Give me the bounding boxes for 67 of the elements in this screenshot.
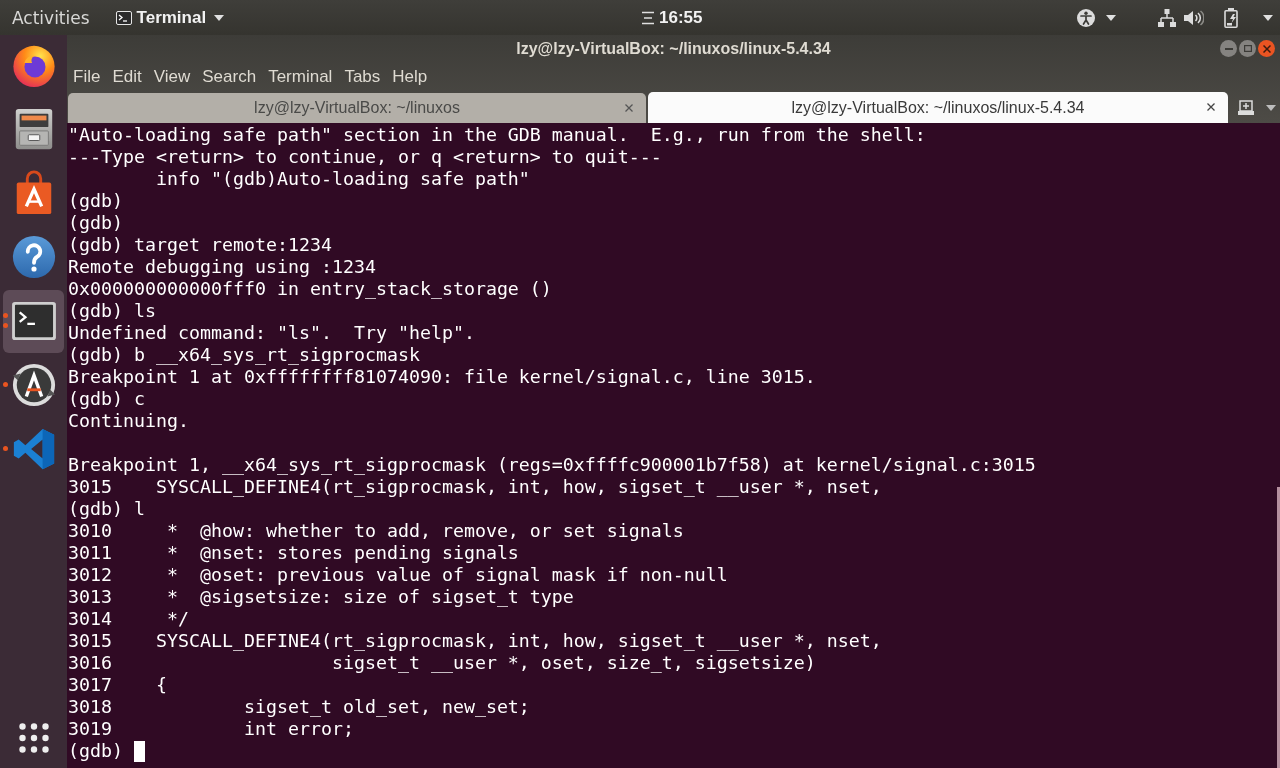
tab[interactable]: lzy@lzy-VirtualBox: ~/linuxos [68, 93, 646, 123]
minimize-icon [1224, 47, 1233, 50]
minimize-button[interactable] [1220, 40, 1237, 57]
terminal-line: (gdb) c [68, 388, 145, 410]
app-menu-button[interactable]: Terminal [115, 6, 225, 29]
caret-icon[interactable] [1263, 14, 1273, 21]
terminal-line: Continuing. [68, 410, 189, 432]
terminal-line: Breakpoint 1 at 0xffffffff81074090: file kernel/signal.c, line 3015. [68, 366, 816, 388]
clock-button[interactable]: 16:55 [641, 6, 703, 29]
terminal-line: 3010 * @how: whether to add, remove, or set signals [68, 520, 684, 542]
battery-icon[interactable] [1224, 7, 1238, 28]
caret-icon[interactable] [1266, 105, 1276, 111]
help-icon [10, 234, 57, 280]
accessibility-icon[interactable] [1077, 8, 1095, 27]
menu-item[interactable]: Tabs [338, 66, 387, 88]
volume-icon[interactable] [1184, 9, 1204, 26]
terminal-line: "Auto-loading safe path" section in the GDB manual. E.g., run from the shell: [68, 124, 926, 146]
maximize-button[interactable] [1239, 40, 1256, 57]
close-icon [1262, 44, 1271, 53]
maximize-icon [1243, 45, 1252, 52]
terminal-line: Breakpoint 1, __x64_sys_rt_sigprocmask (regs=0xffffc900001b7f58) at kernel/signal.c:3015 [68, 454, 1036, 476]
new-tab-icon[interactable] [1237, 100, 1255, 116]
terminal-line: 3016 sigset_t __user *, oset, size_t, sigsetsize) [68, 652, 816, 674]
menu-item[interactable]: File [67, 66, 107, 88]
terminal-line: 3012 * @oset: previous value of signal mask if non-null [68, 564, 728, 586]
dock-item[interactable] [3, 289, 64, 353]
terminal-line: ---Type <return> to continue, or q <return> to quit--- [68, 146, 662, 168]
refresh-circle-icon [10, 362, 57, 408]
terminal-line: 3014 */ [68, 608, 189, 630]
terminal-line: (gdb) [68, 212, 123, 234]
terminal-line: (gdb) l [68, 498, 145, 520]
caret-icon [214, 14, 225, 21]
caret-icon[interactable] [1106, 14, 1116, 21]
terminal-line: 3011 * @nset: stores pending signals [68, 542, 519, 564]
terminal-line: 3015 SYSCALL_DEFINE4(rt_sigprocmask, int, how, sigset_t __user *, nset, [68, 630, 882, 652]
menu-item[interactable]: Terminal [262, 66, 339, 88]
network-icon[interactable] [1158, 8, 1176, 27]
scrollbar-thumb[interactable] [1277, 487, 1280, 768]
terminal-line: (gdb) [68, 740, 123, 762]
close-icon[interactable] [1207, 103, 1215, 111]
menu-item[interactable]: Help [386, 66, 434, 88]
terminal-line: Undefined command: "ls". Try "help". [68, 322, 475, 344]
terminal-line: 3019 int error; [68, 718, 354, 740]
terminal-line: 3017 { [68, 674, 167, 696]
dock-item[interactable] [10, 234, 57, 280]
terminal-line: (gdb) b __x64_sys_rt_sigprocmask [68, 344, 420, 366]
tab[interactable]: lzy@lzy-VirtualBox: ~/linuxos/linux-5.4.34 [648, 92, 1228, 123]
terminal-line: info "(gdb)Auto-loading safe path" [154, 168, 530, 190]
terminal-line: 3015 SYSCALL_DEFINE4(rt_sigprocmask, int, how, sigset_t __user *, nset, [68, 476, 882, 498]
terminal-line: 3018 sigset_t old_set, new_set; [68, 696, 530, 718]
terminal-line: (gdb) [68, 190, 123, 212]
app-grid-icon[interactable] [18, 723, 49, 753]
terminal-line: (gdb) target remote:1234 [68, 234, 332, 256]
menu-item[interactable]: Edit [106, 66, 148, 88]
terminal-line: 0x000000000000fff0 in entry_stack_storage () [68, 278, 552, 300]
menu-item[interactable]: View [147, 66, 197, 88]
activities-button[interactable]: Activities [12, 6, 90, 29]
close-button[interactable] [1258, 40, 1275, 57]
terminal-line: 3013 * @sigsetsize: size of sigset_t type [68, 586, 574, 608]
terminal-icon [11, 300, 57, 341]
menu-item[interactable]: Search [196, 66, 263, 88]
terminal-line: (gdb) ls [68, 300, 156, 322]
terminal-line: Remote debugging using :1234 [68, 256, 376, 278]
notification-icon [641, 10, 655, 25]
window-title: lzy@lzy-VirtualBox: ~/linuxos/linux-5.4.34 [516, 38, 831, 59]
dock-item[interactable] [10, 362, 57, 408]
terminal-icon [115, 10, 132, 25]
